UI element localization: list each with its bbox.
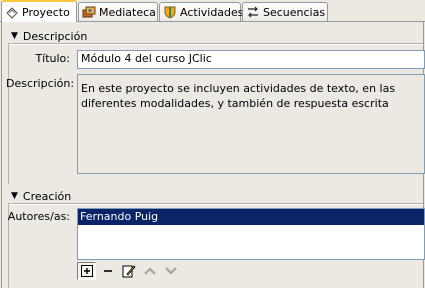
description-section-divider-highlight — [8, 44, 423, 45]
tab-secuencias-label: Secuencias — [263, 5, 326, 19]
add-author-button[interactable] — [77, 262, 96, 280]
tab-actividades-label: Actividades — [180, 5, 244, 19]
sequences-icon — [246, 5, 260, 19]
edit-author-button[interactable] — [119, 262, 138, 280]
authors-toolbar — [77, 262, 180, 280]
remove-icon — [102, 265, 114, 277]
description-section-title: Descripción — [22, 29, 88, 43]
tab-secuencias[interactable]: Secuencias — [242, 2, 328, 21]
description-textarea[interactable]: En este proyecto se incluyen actividades… — [77, 74, 425, 174]
tab-mediateca[interactable]: Mediateca — [78, 2, 158, 21]
creation-section-divider-highlight — [8, 204, 423, 205]
authors-list-item[interactable]: Fernando Puig — [78, 209, 424, 225]
project-panel: ▼ Descripción Título: Módulo 4 del curso… — [1, 22, 425, 288]
collapse-triangle-icon: ▼ — [11, 190, 18, 201]
collapse-triangle-icon: ▼ — [11, 30, 18, 41]
creation-section-title: Creación — [22, 189, 72, 203]
description-label: Descripción: — [6, 77, 75, 90]
arrow-up-icon — [143, 266, 157, 276]
title-label: Título: — [35, 52, 70, 65]
creation-section-header[interactable]: ▼ Creación — [8, 189, 423, 203]
tab-mediateca-label: Mediateca — [99, 5, 156, 19]
project-icon — [5, 5, 19, 19]
tab-proyecto[interactable]: Proyecto — [1, 0, 77, 22]
move-down-button[interactable] — [161, 262, 180, 280]
remove-author-button[interactable] — [98, 262, 117, 280]
tab-strip: Proyecto Mediateca Actividades Secuencia… — [0, 0, 425, 22]
tab-actividades[interactable]: Actividades — [159, 2, 244, 21]
authors-label: Autores/as: — [7, 210, 70, 223]
tab-proyecto-label: Proyecto — [22, 5, 70, 19]
description-section-header[interactable]: ▼ Descripción — [8, 29, 423, 43]
description-section-border — [8, 44, 9, 184]
move-up-button[interactable] — [140, 262, 159, 280]
activities-icon — [163, 5, 177, 19]
arrow-down-icon — [164, 266, 178, 276]
add-icon — [80, 265, 93, 277]
authors-list[interactable]: Fernando Puig — [77, 208, 425, 260]
title-field[interactable]: Módulo 4 del curso JClic — [77, 50, 425, 69]
media-icon — [82, 5, 96, 19]
edit-icon — [122, 264, 136, 278]
